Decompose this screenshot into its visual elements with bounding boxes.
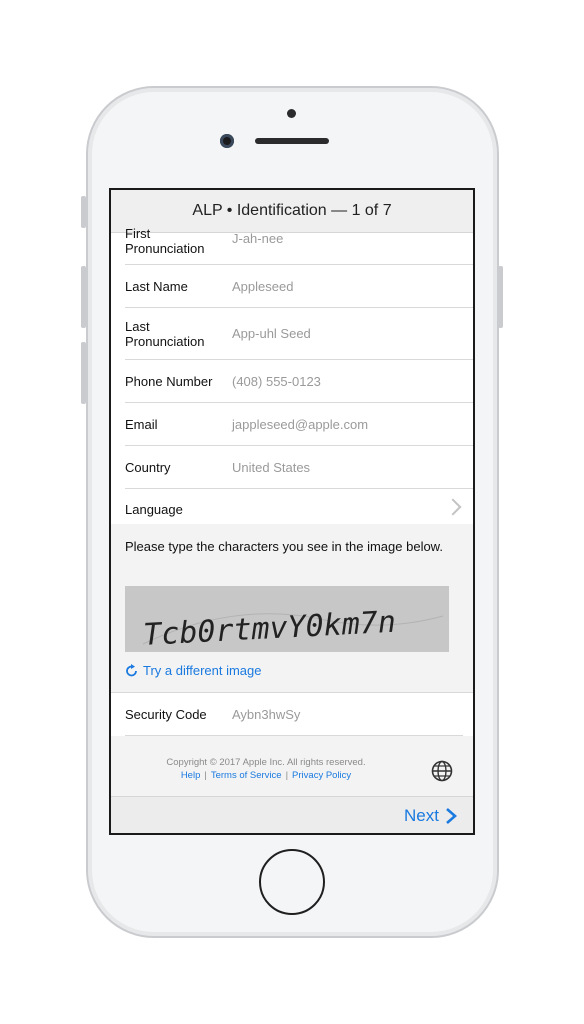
email-field[interactable]: jappleseed@apple.com [232, 417, 368, 432]
app-screen: ALP • Identification — 1 of 7 First Pron… [109, 188, 475, 835]
chevron-right-icon [446, 808, 457, 824]
volume-down-button [81, 342, 86, 404]
first-pronunciation-label: First Pronunciation [125, 226, 205, 256]
next-button[interactable]: Next [404, 806, 457, 826]
security-code-label: Security Code [125, 707, 207, 722]
volume-up-button [81, 266, 86, 328]
earpiece-speaker [255, 138, 329, 144]
captcha-image: Tcb0rtmvY0km7n [125, 586, 449, 652]
try-different-label: Try a different image [143, 663, 262, 678]
terms-link[interactable]: Terms of Service [211, 770, 282, 781]
proximity-sensor [287, 109, 296, 118]
link-separator: | [285, 770, 289, 781]
bottom-toolbar: Next [111, 796, 473, 833]
email-row[interactable]: Email jappleseed@apple.com [125, 403, 473, 446]
country-label: Country [125, 460, 171, 475]
email-label: Email [125, 417, 158, 432]
refresh-icon [126, 663, 137, 676]
form-rows: First Pronunciation J-ah-nee Last Name A… [111, 226, 473, 527]
security-code-field[interactable]: Aybn3hwSy [232, 707, 300, 722]
home-button[interactable] [259, 849, 325, 915]
security-code-row[interactable]: Security Code Aybn3hwSy [125, 693, 463, 736]
last-name-field[interactable]: Appleseed [232, 279, 293, 294]
last-pronunciation-label: Last Pronunciation [125, 319, 205, 349]
footer-links: Help | Terms of Service | Privacy Policy [111, 770, 421, 781]
phone-field[interactable]: (408) 555-0123 [232, 374, 321, 389]
power-button [498, 266, 503, 328]
last-pronunciation-row[interactable]: Last Pronunciation App-uhl Seed [125, 308, 473, 360]
first-pronunciation-field[interactable]: J-ah-nee [232, 231, 283, 246]
last-name-row[interactable]: Last Name Appleseed [125, 265, 473, 308]
link-separator: | [204, 770, 207, 781]
globe-icon[interactable] [431, 760, 453, 782]
captcha-instructions: Please type the characters you see in th… [125, 539, 443, 554]
front-camera [220, 134, 234, 148]
country-row[interactable]: Country United States [125, 446, 473, 489]
page-title: ALP • Identification — 1 of 7 [192, 202, 392, 219]
privacy-link[interactable]: Privacy Policy [292, 770, 351, 781]
try-different-image-link[interactable]: Try a different image [125, 663, 262, 678]
last-name-label: Last Name [125, 279, 188, 294]
mute-switch [81, 196, 86, 228]
footer: Copyright © 2017 Apple Inc. All rights r… [111, 736, 473, 796]
country-field[interactable]: United States [232, 460, 310, 475]
chevron-right-icon [444, 498, 462, 516]
language-label: Language [125, 502, 183, 517]
help-link[interactable]: Help [181, 770, 201, 781]
language-row[interactable]: Language [125, 489, 473, 527]
next-label: Next [404, 806, 439, 825]
captcha-section: Please type the characters you see in th… [111, 524, 473, 693]
last-pronunciation-field[interactable]: App-uhl Seed [232, 326, 311, 341]
copyright-text: Copyright © 2017 Apple Inc. All rights r… [166, 757, 366, 768]
phone-row[interactable]: Phone Number (408) 555-0123 [125, 360, 473, 403]
first-pronunciation-row[interactable]: First Pronunciation J-ah-nee [125, 226, 473, 265]
phone-label: Phone Number [125, 374, 213, 389]
